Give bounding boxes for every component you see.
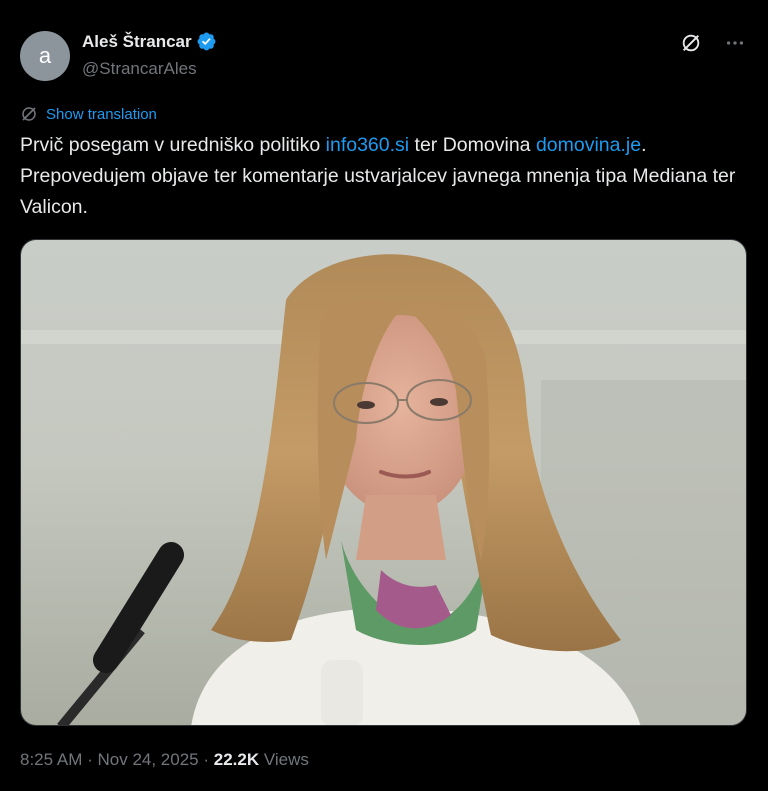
grok-slash-icon	[22, 107, 36, 121]
more-button[interactable]	[722, 30, 748, 56]
post-text-part2: ter Domovina	[409, 134, 536, 156]
avatar[interactable]: a	[20, 31, 70, 81]
top-actions	[678, 30, 748, 56]
photo-woman-portrait	[21, 240, 746, 725]
post-meta: 8:25 AM · Nov 24, 2025 · 22.2K Views	[20, 750, 309, 770]
verified-badge-icon	[197, 32, 216, 51]
meta-separator: ·	[198, 750, 214, 769]
more-horizontal-icon	[726, 41, 744, 45]
link-info360[interactable]: info360.si	[326, 134, 409, 156]
post-text: Prvič posegam v uredniško politiko info3…	[20, 130, 755, 223]
post-photo[interactable]	[20, 239, 747, 726]
link-domovina[interactable]: domovina.je	[536, 134, 641, 156]
post-time[interactable]: 8:25 AM	[20, 750, 82, 769]
avatar-letter: a	[38, 43, 52, 68]
display-name[interactable]: Aleš Štrancar	[82, 32, 192, 52]
grok-button[interactable]	[678, 30, 704, 56]
views-count: 22.2K	[213, 750, 260, 769]
post-text-part1: Prvič posegam v uredniško politiko	[20, 134, 326, 156]
post-date[interactable]: Nov 24, 2025	[97, 750, 198, 769]
views-label: Views	[259, 750, 309, 769]
author-name-row: Aleš Štrancar	[82, 31, 217, 52]
show-translation-label: Show translation	[46, 105, 157, 123]
show-translation-link[interactable]: Show translation	[20, 105, 157, 123]
grok-slash-icon	[682, 34, 700, 52]
tweet: a Aleš Štrancar @StrancarAles Show trans…	[0, 0, 768, 791]
author-handle[interactable]: @StrancarAles	[82, 59, 197, 79]
meta-separator: ·	[82, 750, 98, 769]
